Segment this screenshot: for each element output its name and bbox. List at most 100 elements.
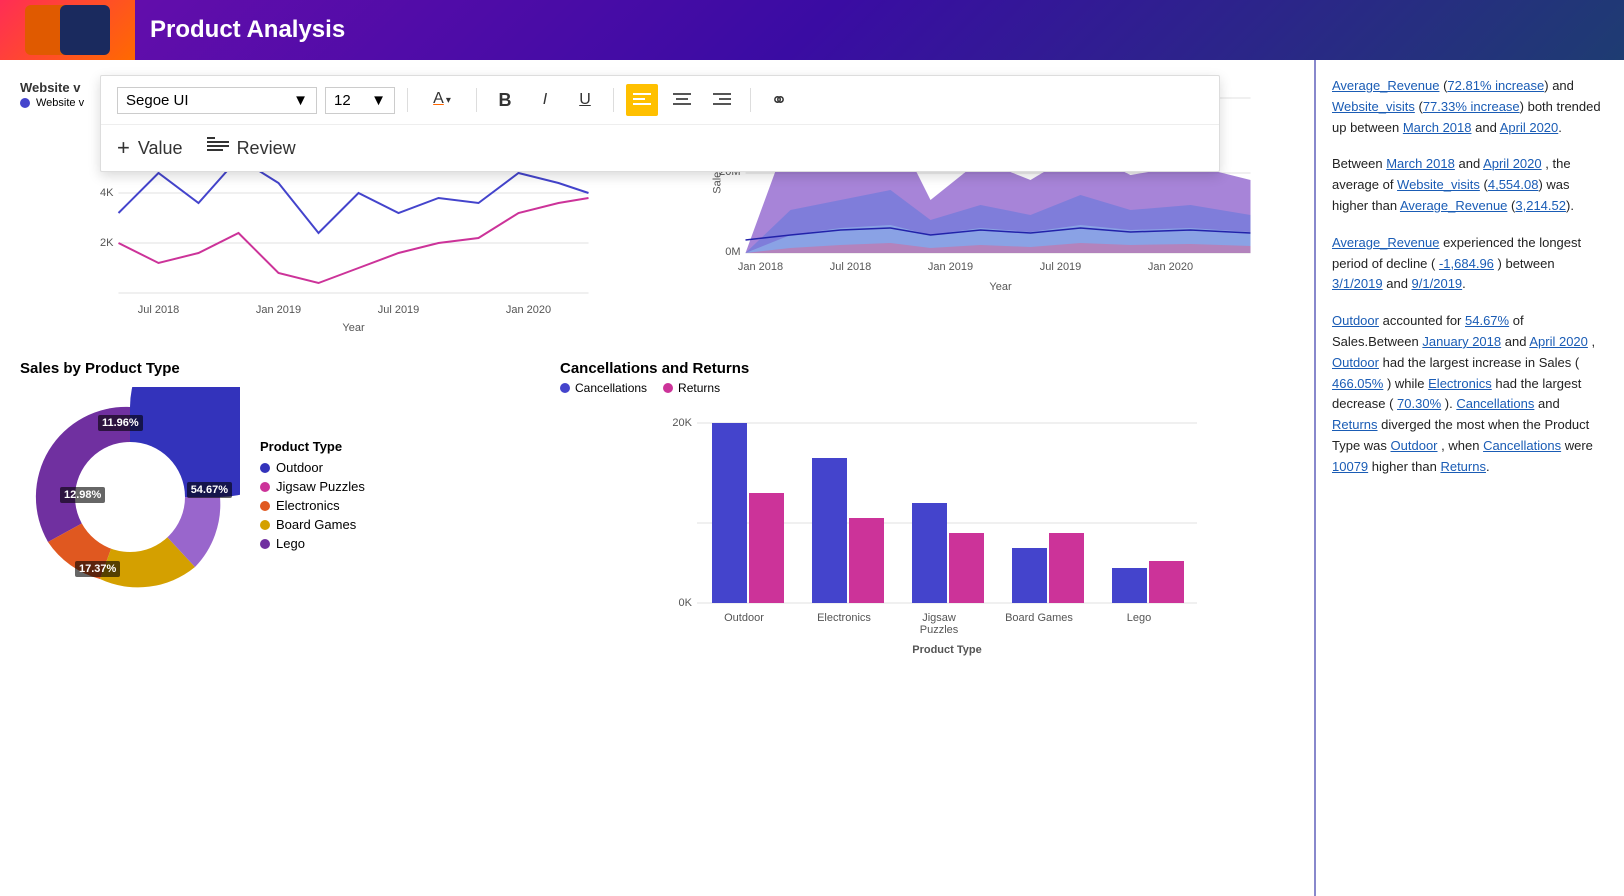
toolbar-row2: + Value Review	[101, 125, 1219, 171]
bottom-charts-row: Sales by Product Type	[20, 360, 1294, 700]
jigsaw-cancellations-bar	[912, 503, 947, 603]
logo-square2	[60, 5, 110, 55]
link-sept2019[interactable]: 9/1/2019	[1412, 276, 1463, 291]
bold-button[interactable]: B	[489, 84, 521, 116]
cancellations-dot	[560, 383, 570, 393]
link-7030pct[interactable]: 70.30%	[1397, 396, 1441, 411]
link-april2020-2[interactable]: April 2020	[1483, 156, 1542, 171]
legend-jigsaw: Jigsaw Puzzles	[260, 479, 365, 494]
link-cancellations-2[interactable]: Cancellations	[1483, 438, 1561, 453]
t14: ) between	[1498, 256, 1555, 271]
returns-legend-item: Returns	[663, 381, 720, 395]
t7: and	[1458, 156, 1483, 171]
font-family-arrow: ▼	[293, 92, 308, 109]
insight-2: Between March 2018 and April 2020 , the …	[1332, 154, 1608, 216]
link-466pct[interactable]: 466.05%	[1332, 376, 1383, 391]
insight-1: Average_Revenue (72.81% increase) and We…	[1332, 76, 1608, 138]
main-content: Website v Website v 6K 4K 2K	[0, 60, 1624, 896]
add-value-button[interactable]: + Value	[117, 135, 183, 161]
t12: ).	[1566, 198, 1574, 213]
svg-text:Puzzles: Puzzles	[920, 624, 959, 636]
link-returns-1[interactable]: Returns	[1332, 417, 1378, 432]
returns-dot	[663, 383, 673, 393]
review-icon	[207, 137, 229, 160]
review-button[interactable]: Review	[207, 137, 296, 160]
outdoor-pct-label: 54.67%	[187, 482, 232, 498]
lego-pct-label: 17.37%	[75, 561, 120, 577]
link-3214[interactable]: 3,214.52	[1515, 198, 1566, 213]
link-4554[interactable]: 4,554.08	[1488, 177, 1539, 192]
cancellations-legend-label: Cancellations	[575, 381, 647, 395]
align-center-button[interactable]	[666, 84, 698, 116]
link-march2018-2[interactable]: March 2018	[1386, 156, 1455, 171]
insights-panel: Average_Revenue (72.81% increase) and We…	[1314, 60, 1624, 896]
electronics-returns-bar	[849, 518, 884, 603]
link-electronics-1[interactable]: Electronics	[1428, 376, 1492, 391]
link-march2018-1[interactable]: March 2018	[1403, 120, 1472, 135]
font-color-chevron[interactable]: ▾	[446, 95, 451, 106]
link-april2020-3[interactable]: April 2020	[1529, 334, 1588, 349]
svg-text:Jan 2019: Jan 2019	[928, 261, 973, 273]
align-left-button[interactable]	[626, 84, 658, 116]
t20: ,	[1592, 334, 1596, 349]
svg-text:Jigsaw: Jigsaw	[922, 612, 956, 624]
bar-chart-svg: 20K 0K	[560, 403, 1294, 663]
link-april2020-1[interactable]: April 2020	[1500, 120, 1559, 135]
link-5467[interactable]: 54.67%	[1465, 313, 1509, 328]
link-77pct[interactable]: 77.33% increase	[1423, 99, 1520, 114]
link-outdoor-1[interactable]: Outdoor	[1332, 313, 1379, 328]
jigsaw-dot	[260, 482, 270, 492]
font-color-button[interactable]: A ▾	[420, 84, 464, 116]
donut-wrap: 54.67% 17.37% 12.98% 11.96% Product Type…	[20, 387, 540, 607]
font-family-select[interactable]: Segoe UI ▼	[117, 87, 317, 114]
align-right-button[interactable]	[706, 84, 738, 116]
review-label: Review	[237, 138, 296, 159]
outdoor-cancellations-bar	[712, 423, 747, 603]
link-72pct[interactable]: 72.81% increase	[1447, 78, 1544, 93]
link-jan2018[interactable]: January 2018	[1422, 334, 1501, 349]
italic-button[interactable]: I	[529, 84, 561, 116]
t30: .	[1486, 459, 1490, 474]
link-march2019[interactable]: 3/1/2019	[1332, 276, 1383, 291]
outdoor-dot	[260, 463, 270, 473]
link-10079[interactable]: 10079	[1332, 459, 1368, 474]
website-legend-dot	[20, 98, 30, 108]
t25: and	[1538, 396, 1560, 411]
charts-area: Website v Website v 6K 4K 2K	[0, 60, 1314, 896]
font-size-select[interactable]: 12 ▼	[325, 87, 395, 114]
link-avg-revenue-2[interactable]: Average_Revenue	[1400, 198, 1507, 213]
t6: Between	[1332, 156, 1386, 171]
electronics-pct-label: 12.98%	[60, 487, 105, 503]
link-avg-revenue-3[interactable]: Average_Revenue	[1332, 235, 1439, 250]
link-button[interactable]: ⚭	[763, 84, 795, 116]
svg-text:Jan 2020: Jan 2020	[1148, 261, 1193, 273]
font-family-value: Segoe UI	[126, 92, 189, 109]
link-avg-revenue-1[interactable]: Average_Revenue	[1332, 78, 1439, 93]
link-website-visits-2[interactable]: Website_visits	[1397, 177, 1480, 192]
board-cancellations-bar	[1012, 548, 1047, 603]
lego-dot	[260, 539, 270, 549]
insight-4: Outdoor accounted for 54.67% of Sales.Be…	[1332, 311, 1608, 477]
jigsaw-returns-bar	[949, 533, 984, 603]
website-title-text: Website v	[20, 80, 80, 95]
separator	[407, 88, 408, 112]
link-cancellations-1[interactable]: Cancellations	[1456, 396, 1534, 411]
t28: were	[1565, 438, 1593, 453]
svg-text:Jul 2019: Jul 2019	[1040, 261, 1082, 273]
t27: , when	[1441, 438, 1483, 453]
legend-lego: Lego	[260, 536, 365, 551]
link-outdoor-2[interactable]: Outdoor	[1332, 355, 1379, 370]
link-outdoor-3[interactable]: Outdoor	[1391, 438, 1438, 453]
link-returns-2[interactable]: Returns	[1440, 459, 1486, 474]
link-decline[interactable]: -1,684.96	[1439, 256, 1494, 271]
returns-legend-label: Returns	[678, 381, 720, 395]
underline-button[interactable]: U	[569, 84, 601, 116]
t17: accounted for	[1383, 313, 1465, 328]
svg-text:20K: 20K	[672, 417, 692, 429]
logo-area	[0, 0, 135, 60]
font-size-value: 12	[334, 92, 351, 109]
board-games-pct-label: 11.96%	[98, 415, 143, 431]
t5: .	[1558, 120, 1562, 135]
board-games-dot	[260, 520, 270, 530]
link-website-visits-1[interactable]: Website_visits	[1332, 99, 1415, 114]
